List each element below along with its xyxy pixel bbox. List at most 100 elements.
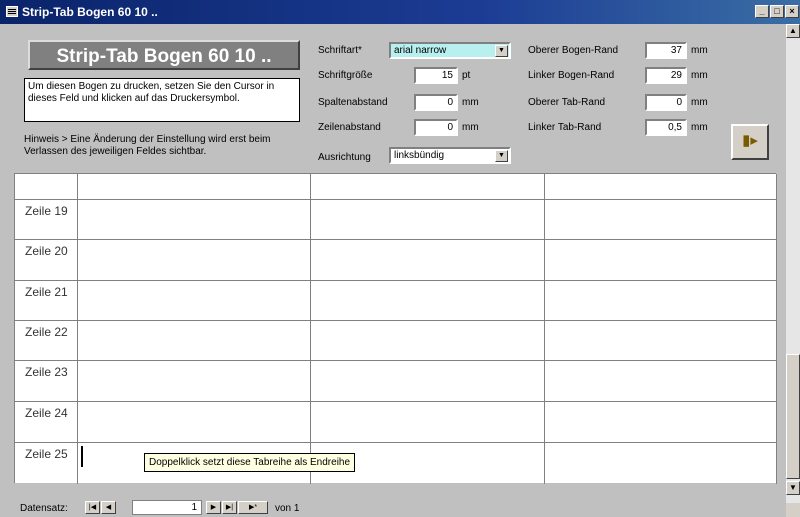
close-button[interactable]: × — [785, 5, 799, 18]
last-record-button[interactable]: ▶| — [222, 501, 237, 514]
exit-door-icon: ▮▸ — [742, 132, 758, 149]
record-total: von 1 — [275, 503, 300, 514]
first-record-button[interactable]: |◀ — [85, 501, 100, 514]
tab-cell[interactable] — [78, 361, 311, 401]
tab-grid: Zeile 19 Zeile 20 Zeile 21 Zeile 22 Zeil… — [14, 173, 777, 484]
left-tab-margin-label: Linker Tab-Rand — [528, 122, 602, 133]
table-row[interactable] — [15, 174, 777, 200]
row-label: Zeile 20 — [25, 244, 68, 258]
tab-cell[interactable] — [311, 321, 545, 360]
tab-cell[interactable] — [78, 402, 311, 442]
row-label-cell: Zeile 23 — [15, 361, 78, 401]
table-row[interactable]: Zeile 21 — [15, 281, 777, 321]
table-row[interactable]: Zeile 25 — [15, 443, 777, 484]
left-sheet-margin-label: Linker Bogen-Rand — [528, 70, 615, 81]
row-label: Zeile 22 — [25, 325, 68, 339]
column-spacing-label: Spaltenabstand — [318, 97, 388, 108]
row-label-cell: Zeile 22 — [15, 321, 78, 360]
tab-cell[interactable] — [545, 174, 777, 199]
scroll-down-button[interactable]: ▼ — [786, 481, 800, 495]
row-label-cell: Zeile 21 — [15, 281, 78, 320]
table-row[interactable]: Zeile 22 — [15, 321, 777, 361]
table-row[interactable]: Zeile 24 — [15, 402, 777, 443]
left-tab-margin-unit: mm — [691, 122, 708, 133]
row-label: Zeile 24 — [25, 406, 68, 420]
font-size-label: Schriftgröße — [318, 70, 373, 81]
window-title: Strip-Tab Bogen 60 10 .. — [22, 5, 158, 19]
previous-record-button[interactable]: ◀ — [101, 501, 116, 514]
row-label: Zeile 25 — [25, 447, 68, 461]
record-label: Datensatz: — [20, 503, 68, 514]
tab-cell[interactable] — [78, 240, 311, 280]
left-sheet-margin-unit: mm — [691, 70, 708, 81]
alignment-select[interactable]: linksbündig ▼ — [389, 147, 511, 164]
tab-cell[interactable] — [545, 361, 777, 401]
exit-button[interactable]: ▮▸ — [731, 124, 769, 160]
top-sheet-margin-field[interactable]: 37 — [645, 42, 687, 59]
tab-cell[interactable] — [545, 402, 777, 442]
tab-cell[interactable] — [311, 402, 545, 442]
row-label: Zeile 23 — [25, 365, 68, 379]
column-spacing-field[interactable]: 0 — [414, 94, 458, 111]
row-label: Zeile 19 — [25, 204, 68, 218]
top-tab-margin-unit: mm — [691, 97, 708, 108]
tab-cell[interactable] — [78, 174, 311, 199]
print-info-field[interactable]: Um diesen Bogen zu drucken, setzen Sie d… — [24, 78, 300, 122]
row-label-cell — [15, 174, 78, 199]
tab-cell[interactable] — [311, 281, 545, 320]
top-sheet-margin-label: Oberer Bogen-Rand — [528, 45, 619, 56]
record-navigator: Datensatz: |◀ ◀ 1 ▶ ▶| ▶* von 1 — [0, 496, 786, 517]
font-select[interactable]: arial narrow ▼ — [389, 42, 511, 59]
new-record-button[interactable]: ▶* — [238, 501, 268, 514]
chevron-down-icon[interactable]: ▼ — [495, 150, 508, 162]
record-number-field[interactable]: 1 — [132, 500, 202, 515]
top-tab-margin-field[interactable]: 0 — [645, 94, 687, 111]
window-titlebar: Strip-Tab Bogen 60 10 .. _ □ × — [0, 0, 800, 24]
tab-cell[interactable] — [311, 361, 545, 401]
left-sheet-margin-field[interactable]: 29 — [645, 67, 687, 84]
row-label-cell: Zeile 24 — [15, 402, 78, 442]
row-spacing-label: Zeilenabstand — [318, 122, 381, 133]
table-row[interactable]: Zeile 20 — [15, 240, 777, 281]
font-size-unit: pt — [462, 70, 471, 81]
tab-cell[interactable] — [545, 281, 777, 320]
row-label-cell: Zeile 25 — [15, 443, 83, 484]
tab-cell[interactable] — [78, 321, 311, 360]
tab-cell[interactable] — [545, 240, 777, 280]
chevron-down-icon[interactable]: ▼ — [495, 45, 508, 57]
tab-cell[interactable] — [311, 240, 545, 280]
scroll-up-button[interactable]: ▲ — [786, 24, 800, 38]
row-label-cell: Zeile 19 — [15, 200, 78, 239]
alignment-label: Ausrichtung — [318, 152, 371, 163]
tooltip: Doppelklick setzt diese Tabreihe als End… — [144, 453, 356, 472]
next-record-button[interactable]: ▶ — [206, 501, 221, 514]
font-label: Schriftart* — [318, 45, 362, 56]
tab-cell[interactable] — [545, 443, 777, 484]
top-tab-margin-label: Oberer Tab-Rand — [528, 97, 606, 108]
restore-button[interactable]: □ — [770, 5, 784, 18]
form-icon — [6, 6, 18, 17]
table-row[interactable]: Zeile 23 — [15, 361, 777, 402]
tab-cell[interactable] — [311, 200, 545, 239]
form-title-button[interactable]: Strip-Tab Bogen 60 10 .. — [28, 40, 300, 70]
tab-cell[interactable] — [545, 200, 777, 239]
hint-text: Hinweis > Eine Änderung der Einstellung … — [24, 134, 271, 157]
vertical-scrollbar[interactable]: ▲ ▼ — [786, 24, 800, 517]
font-select-value: arial narrow — [394, 45, 447, 56]
row-label: Zeile 21 — [25, 285, 68, 299]
column-spacing-unit: mm — [462, 97, 479, 108]
tab-cell[interactable] — [311, 174, 545, 199]
table-row[interactable]: Zeile 19 — [15, 200, 777, 240]
top-sheet-margin-unit: mm — [691, 45, 708, 56]
tab-cell[interactable] — [78, 200, 311, 239]
row-label-cell: Zeile 20 — [15, 240, 78, 280]
scroll-thumb[interactable] — [786, 354, 800, 479]
font-size-field[interactable]: 15 — [414, 67, 458, 84]
alignment-select-value: linksbündig — [394, 150, 445, 161]
tab-cell[interactable] — [78, 281, 311, 320]
row-spacing-field[interactable]: 0 — [414, 119, 458, 136]
tab-cell[interactable] — [545, 321, 777, 360]
left-tab-margin-field[interactable]: 0,5 — [645, 119, 687, 136]
row-spacing-unit: mm — [462, 122, 479, 133]
minimize-button[interactable]: _ — [755, 5, 769, 18]
